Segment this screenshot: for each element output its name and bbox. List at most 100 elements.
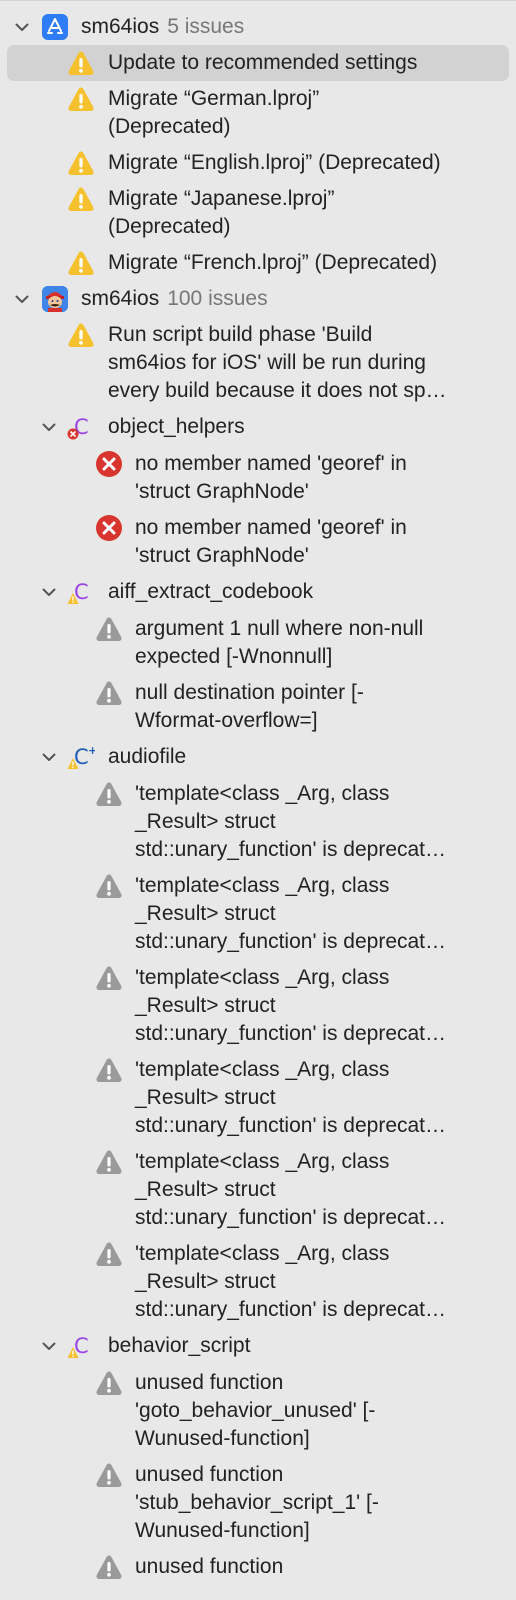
issue-text-line: no member named 'georef' in xyxy=(135,452,407,475)
issue-text: unused function 'goto_behavior_unused' [-… xyxy=(135,1369,375,1453)
issue-text-line: _Result> struct xyxy=(135,1086,276,1109)
issue-text: Migrate “German.lproj” (Deprecated) xyxy=(108,85,319,141)
issue-text-line: 'template<class _Arg, class xyxy=(135,782,390,805)
issue-row[interactable]: Migrate “Japanese.lproj” (Deprecated) xyxy=(0,185,516,241)
issue-text: Run script build phase 'Build sm64ios for… xyxy=(108,321,447,405)
issue-text-line: Migrate “French.lproj” (Deprecated) xyxy=(108,251,438,274)
cpp-file-warning-icon: C+ xyxy=(67,743,97,771)
file-name: object_helpers xyxy=(108,415,245,438)
file-header[interactable]: Caiff_extract_codebook xyxy=(0,578,516,606)
issue-text-line: _Result> struct xyxy=(135,902,276,925)
error-icon xyxy=(95,514,123,542)
chevron-down-icon[interactable] xyxy=(41,749,57,765)
issue-text-line: argument 1 null where non-null xyxy=(135,617,424,640)
warning-icon xyxy=(67,49,95,77)
issue-row[interactable]: unused function 'goto_behavior_unused' [-… xyxy=(0,1369,516,1453)
issue-row[interactable]: unused function 'stub_behavior_script_1' … xyxy=(0,1461,516,1545)
c-file-warning-icon: C xyxy=(67,578,95,606)
chevron-down-icon[interactable] xyxy=(41,584,57,600)
issue-row[interactable]: Update to recommended settings xyxy=(0,45,516,81)
issue-navigator: sm64ios 5 issues Update to recommended se… xyxy=(0,0,516,1600)
mario-app-icon xyxy=(42,286,68,312)
issue-text: Migrate “French.lproj” (Deprecated) xyxy=(108,249,437,277)
issue-text-line: 'template<class _Arg, class xyxy=(135,1058,390,1081)
warning-icon xyxy=(67,149,95,177)
project-title: sm64ios 5 issues xyxy=(81,13,244,41)
issue-text: Migrate “English.lproj” (Deprecated) xyxy=(108,149,441,177)
issue-row[interactable]: 'template<class _Arg, class _Result> stru… xyxy=(0,872,516,956)
file-header[interactable]: Cbehavior_script xyxy=(0,1332,516,1360)
issue-row[interactable]: Migrate “German.lproj” (Deprecated) xyxy=(0,85,516,141)
issue-text-line: _Result> struct xyxy=(135,994,276,1017)
chevron-down-icon[interactable] xyxy=(14,19,30,35)
issue-row[interactable]: Migrate “French.lproj” (Deprecated) xyxy=(0,249,516,277)
c-file-error-icon: C xyxy=(67,413,95,441)
issue-text-line: Update to recommended settings xyxy=(108,51,418,74)
issue-text-line: std::unary_function' is deprecat… xyxy=(135,1022,447,1045)
chevron-down-icon[interactable] xyxy=(14,291,30,307)
issue-text-line: _Result> struct xyxy=(135,1178,276,1201)
issue-text-line: 'template<class _Arg, class xyxy=(135,1242,390,1265)
issue-text-line: std::unary_function' is deprecat… xyxy=(135,930,447,953)
warning-icon xyxy=(95,1148,123,1176)
issue-row[interactable]: argument 1 null where non-null expected [… xyxy=(0,615,516,671)
issue-text-line: Wformat-overflow=] xyxy=(135,709,318,732)
issue-text-line: Migrate “English.lproj” (Deprecated) xyxy=(108,151,441,174)
chevron-down-icon[interactable] xyxy=(41,419,57,435)
issue-row[interactable]: null destination pointer [- Wformat-overf… xyxy=(0,679,516,735)
issue-text-line: 'template<class _Arg, class xyxy=(135,1150,390,1173)
issue-text-line: 'goto_behavior_unused' [- xyxy=(135,1399,376,1422)
file-header[interactable]: Cobject_helpers xyxy=(0,413,516,441)
project-header[interactable]: sm64ios 5 issues xyxy=(0,13,516,41)
issue-row[interactable]: 'template<class _Arg, class _Result> stru… xyxy=(0,1240,516,1324)
file-name: aiff_extract_codebook xyxy=(108,580,314,603)
issue-row[interactable]: Run script build phase 'Build sm64ios for… xyxy=(0,321,516,405)
issue-row[interactable]: Migrate “English.lproj” (Deprecated) xyxy=(0,149,516,177)
issue-row[interactable]: 'template<class _Arg, class _Result> stru… xyxy=(0,1148,516,1232)
issue-text: argument 1 null where non-null expected [… xyxy=(135,615,423,671)
issue-text-line: (Deprecated) xyxy=(108,115,231,138)
issue-text-line: 'template<class _Arg, class xyxy=(135,874,390,897)
issue-row[interactable]: 'template<class _Arg, class _Result> stru… xyxy=(0,780,516,864)
file-header[interactable]: C+ audiofile xyxy=(0,743,516,771)
issue-text: no member named 'georef' in 'struct Graph… xyxy=(135,514,407,570)
issue-text-line: Migrate “Japanese.lproj” xyxy=(108,187,335,210)
issue-text: 'template<class _Arg, class _Result> stru… xyxy=(135,1240,446,1324)
issue-text: 'template<class _Arg, class _Result> stru… xyxy=(135,964,446,1048)
warning-icon xyxy=(95,780,123,808)
issue-row[interactable]: no member named 'georef' in 'struct Graph… xyxy=(0,450,516,506)
issue-text-line: std::unary_function' is deprecat… xyxy=(135,1298,447,1321)
chevron-down-icon[interactable] xyxy=(41,1338,57,1354)
warning-icon xyxy=(95,872,123,900)
issue-text-line: 'struct GraphNode' xyxy=(135,480,309,503)
issue-text-line: null destination pointer [- xyxy=(135,681,364,704)
issue-text-line: (Deprecated) xyxy=(108,215,231,238)
project-header[interactable]: sm64ios 100 issues xyxy=(0,285,516,313)
warning-icon xyxy=(95,964,123,992)
warning-icon xyxy=(95,615,123,643)
warning-icon xyxy=(67,321,95,349)
warning-icon xyxy=(95,1240,123,1268)
issue-text-line: 'template<class _Arg, class xyxy=(135,966,390,989)
issue-text-line: Migrate “German.lproj” xyxy=(108,87,320,110)
issue-row[interactable]: 'template<class _Arg, class _Result> stru… xyxy=(0,964,516,1048)
issue-count: 100 issues xyxy=(167,287,268,310)
issue-text: 'template<class _Arg, class _Result> stru… xyxy=(135,780,446,864)
svg-text:+: + xyxy=(88,744,95,757)
issue-row[interactable]: no member named 'georef' in 'struct Graph… xyxy=(0,514,516,570)
issue-row[interactable]: unused function xyxy=(0,1553,516,1581)
warning-icon xyxy=(95,1461,123,1489)
issue-text-line: unused function xyxy=(135,1463,284,1486)
issue-text: null destination pointer [- Wformat-overf… xyxy=(135,679,364,735)
issue-text: unused function xyxy=(135,1553,283,1581)
issue-text-line: 'stub_behavior_script_1' [- xyxy=(135,1491,379,1514)
issue-row[interactable]: 'template<class _Arg, class _Result> stru… xyxy=(0,1056,516,1140)
warning-icon xyxy=(67,249,95,277)
issue-text-line: _Result> struct xyxy=(135,1270,276,1293)
project-title: sm64ios 100 issues xyxy=(81,285,268,313)
issue-text-line: Wunused-function] xyxy=(135,1427,310,1450)
project-name: sm64ios xyxy=(81,287,160,310)
issue-text-line: std::unary_function' is deprecat… xyxy=(135,1114,447,1137)
issue-text-line: every build because it does not sp… xyxy=(108,379,447,402)
issue-text-line: unused function xyxy=(135,1555,284,1578)
